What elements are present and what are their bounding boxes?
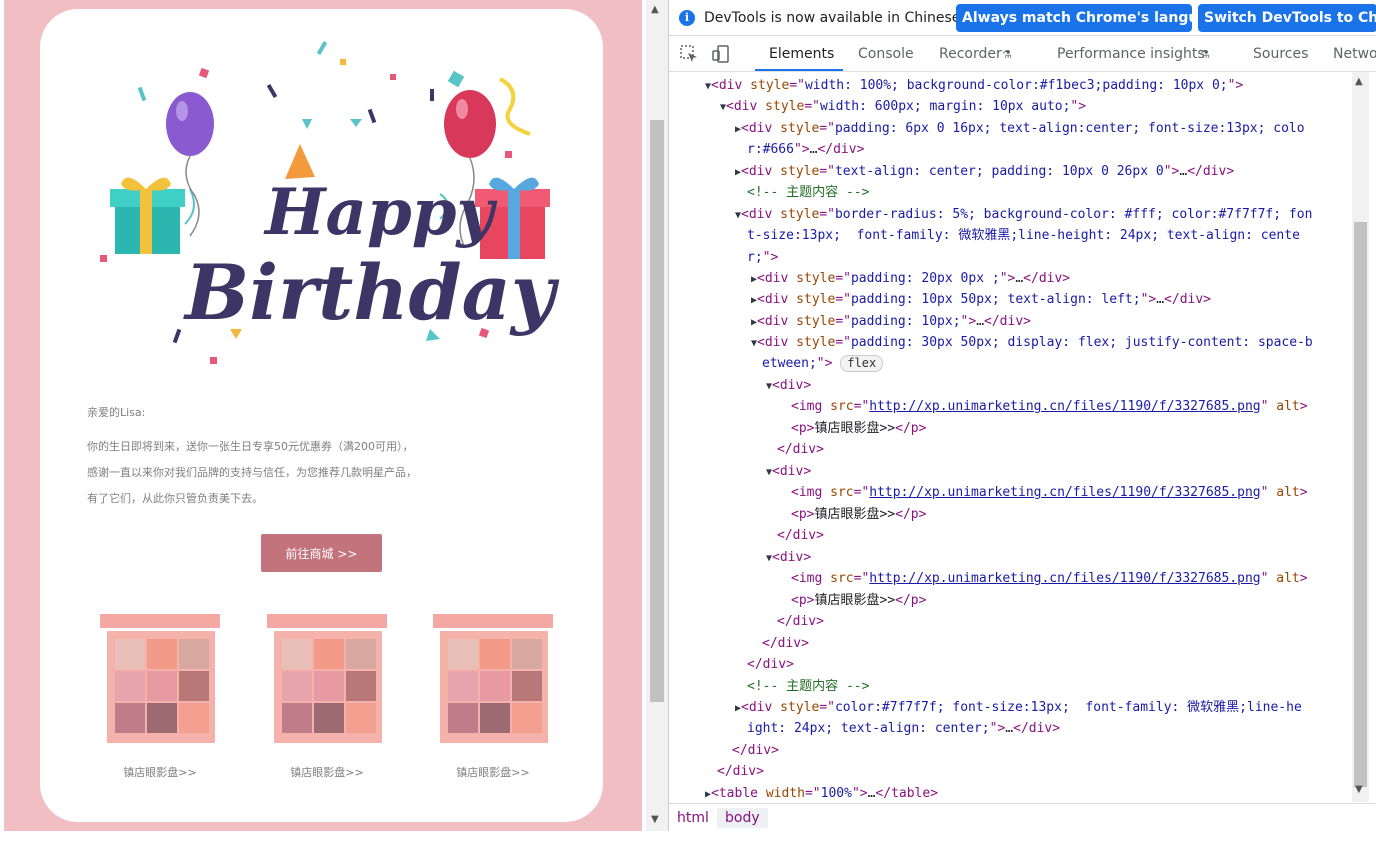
devtools-panel: i DevTools is now available in Chinese! … xyxy=(668,0,1376,831)
breadcrumb: html body xyxy=(669,803,1376,831)
breadcrumb-body[interactable]: body xyxy=(717,808,768,828)
tab-console[interactable]: Console xyxy=(858,46,914,62)
inspect-element-icon[interactable] xyxy=(679,44,699,64)
breadcrumb-html[interactable]: html xyxy=(669,808,717,828)
body-line: 感谢一直以来你对我们品牌的支持与信任，为您推荐几款明星产品， xyxy=(87,466,417,479)
dom-node[interactable]: ▼<div style="width: 600px; margin: 10px … xyxy=(720,96,1086,118)
devtools-tabbar: Elements Console Recorder ⚗ Performance … xyxy=(669,36,1376,72)
birthday-illustration: Happy Birthday xyxy=(100,40,560,364)
dom-node[interactable]: <img src="http://xp.unimarketing.cn/file… xyxy=(791,568,1308,590)
always-match-language-button[interactable]: Always match Chrome's language xyxy=(956,4,1192,32)
tab-sources[interactable]: Sources xyxy=(1253,46,1308,62)
dom-node[interactable]: </div> xyxy=(717,761,764,783)
dom-node[interactable]: ▶<div style="text-align: center; padding… xyxy=(735,161,1234,183)
eyeshadow-palette-image xyxy=(100,614,220,743)
dom-node[interactable]: </div> xyxy=(777,439,824,461)
dom-node[interactable]: </div> xyxy=(777,611,824,633)
dom-node[interactable]: ▼<div style="border-radius: 5%; backgrou… xyxy=(735,204,1312,226)
dom-node[interactable]: ▶<div style="padding: 10px 50px; text-al… xyxy=(751,289,1211,311)
dom-node[interactable]: etween;"> flex xyxy=(762,353,884,375)
tab-recorder[interactable]: Recorder xyxy=(939,46,1002,62)
dom-node[interactable]: <p>镇店眼影盘>></p> xyxy=(791,504,926,526)
dom-node[interactable]: ▼<div style="width: 100%; background-col… xyxy=(705,75,1243,97)
dom-node[interactable]: </div> xyxy=(747,654,794,676)
dom-node[interactable]: ▶<div style="padding: 6px 0 16px; text-a… xyxy=(735,118,1305,140)
tab-elements[interactable]: Elements xyxy=(769,46,834,62)
dom-node[interactable]: ▼<div> xyxy=(766,547,811,569)
product-card[interactable]: 镇店眼影盘>> xyxy=(95,609,225,789)
dom-node[interactable]: <img src="http://xp.unimarketing.cn/file… xyxy=(791,482,1308,504)
dom-node[interactable]: ▼<div> xyxy=(766,375,811,397)
dom-node[interactable]: r;"> xyxy=(747,247,778,269)
device-toolbar-icon[interactable] xyxy=(711,44,731,64)
screen: Happy Birthday 亲爱的Lisa: 你的生日即将到来，送你一张生日专… xyxy=(0,0,1376,841)
greeting: 亲爱的Lisa: xyxy=(87,406,146,419)
info-icon: i xyxy=(679,10,695,26)
dom-node[interactable]: ▶<div style="color:#7f7f7f; font-size:13… xyxy=(735,697,1302,719)
dom-node[interactable]: <p>镇店眼影盘>></p> xyxy=(791,590,926,612)
product-caption[interactable]: 镇店眼影盘>> xyxy=(428,764,558,780)
language-infobar: i DevTools is now available in Chinese! … xyxy=(669,0,1376,36)
product-caption[interactable]: 镇店眼影盘>> xyxy=(95,764,225,780)
dom-node[interactable]: ight: 24px; text-align: center;">…</div> xyxy=(747,718,1060,740)
dom-node[interactable]: <p>镇店眼影盘>></p> xyxy=(791,418,926,440)
active-tab-indicator xyxy=(755,69,843,71)
eyeshadow-palette-image xyxy=(433,614,553,743)
page-scrollbar[interactable]: ▲ ▼ xyxy=(646,0,668,831)
scroll-down-icon[interactable]: ▼ xyxy=(651,814,659,825)
dom-node[interactable]: <img src="http://xp.unimarketing.cn/file… xyxy=(791,396,1308,418)
experimental-flask-icon: ⚗ xyxy=(1200,48,1210,61)
dom-node[interactable]: ▶<div style="padding: 20px 0px ;">…</div… xyxy=(751,268,1070,290)
dom-node[interactable]: </div> xyxy=(777,525,824,547)
scrollbar-thumb[interactable] xyxy=(1354,222,1367,787)
elements-scrollbar[interactable]: ▲ ▼ xyxy=(1352,72,1369,802)
infobar-message: DevTools is now available in Chinese! xyxy=(704,10,966,26)
hero-word-happy: Happy xyxy=(263,175,497,250)
scrollbar-thumb[interactable] xyxy=(650,120,664,702)
elements-tree[interactable]: ▼<div style="width: 100%; background-col… xyxy=(669,72,1359,802)
switch-devtools-language-button[interactable]: Switch DevTools to Chines xyxy=(1198,4,1376,32)
dom-node[interactable]: r:#666">…</div> xyxy=(747,139,864,161)
flex-badge[interactable]: flex xyxy=(840,355,884,372)
body-line: 你的生日即将到来，送你一张生日专享50元优惠券（满200可用）， xyxy=(87,440,414,453)
email-card: Happy Birthday 亲爱的Lisa: 你的生日即将到来，送你一张生日专… xyxy=(40,9,603,822)
eyeshadow-palette-image xyxy=(267,614,387,743)
tab-performance-insights[interactable]: Performance insights xyxy=(1057,46,1205,62)
dom-comment[interactable]: <!-- 主题内容 --> xyxy=(747,182,869,204)
gift-left xyxy=(110,177,185,254)
dom-node[interactable]: ▶<div style="padding: 10px;">…</div> xyxy=(751,311,1031,333)
product-card[interactable]: 镇店眼影盘>> xyxy=(262,609,392,789)
go-to-shop-button[interactable]: 前往商城 >> xyxy=(261,534,382,572)
scroll-up-icon[interactable]: ▲ xyxy=(1355,76,1363,87)
product-card[interactable]: 镇店眼影盘>> xyxy=(428,609,558,789)
body-line: 有了它们，从此你只管负责美下去。 xyxy=(87,492,263,505)
experimental-flask-icon: ⚗ xyxy=(1002,48,1012,61)
dom-node[interactable]: ▼<div style="padding: 30px 50px; display… xyxy=(751,332,1313,354)
scroll-down-icon[interactable]: ▼ xyxy=(1355,784,1363,795)
dom-node[interactable]: </div> xyxy=(762,633,809,655)
scroll-up-icon[interactable]: ▲ xyxy=(651,4,659,15)
dom-node[interactable]: ▼<div> xyxy=(766,461,811,483)
dom-comment[interactable]: <!-- 主题内容 --> xyxy=(747,676,869,698)
hero-word-birthday: Birthday xyxy=(183,248,560,337)
dom-node[interactable]: t-size:13px; font-family: 微软雅黑;line-heig… xyxy=(747,225,1300,247)
dom-node[interactable]: ▶<table width="100%">…</table> xyxy=(705,783,938,802)
body-text: 你的生日即将到来，送你一张生日专享50元优惠券（满200可用）， 感谢一直以来你… xyxy=(87,434,467,512)
dom-node[interactable]: </div> xyxy=(732,740,779,762)
product-caption[interactable]: 镇店眼影盘>> xyxy=(262,764,392,780)
email-preview: Happy Birthday 亲爱的Lisa: 你的生日即将到来，送你一张生日专… xyxy=(0,0,642,831)
party-hat-icon xyxy=(285,144,315,179)
tab-network[interactable]: Netwo xyxy=(1333,46,1376,62)
